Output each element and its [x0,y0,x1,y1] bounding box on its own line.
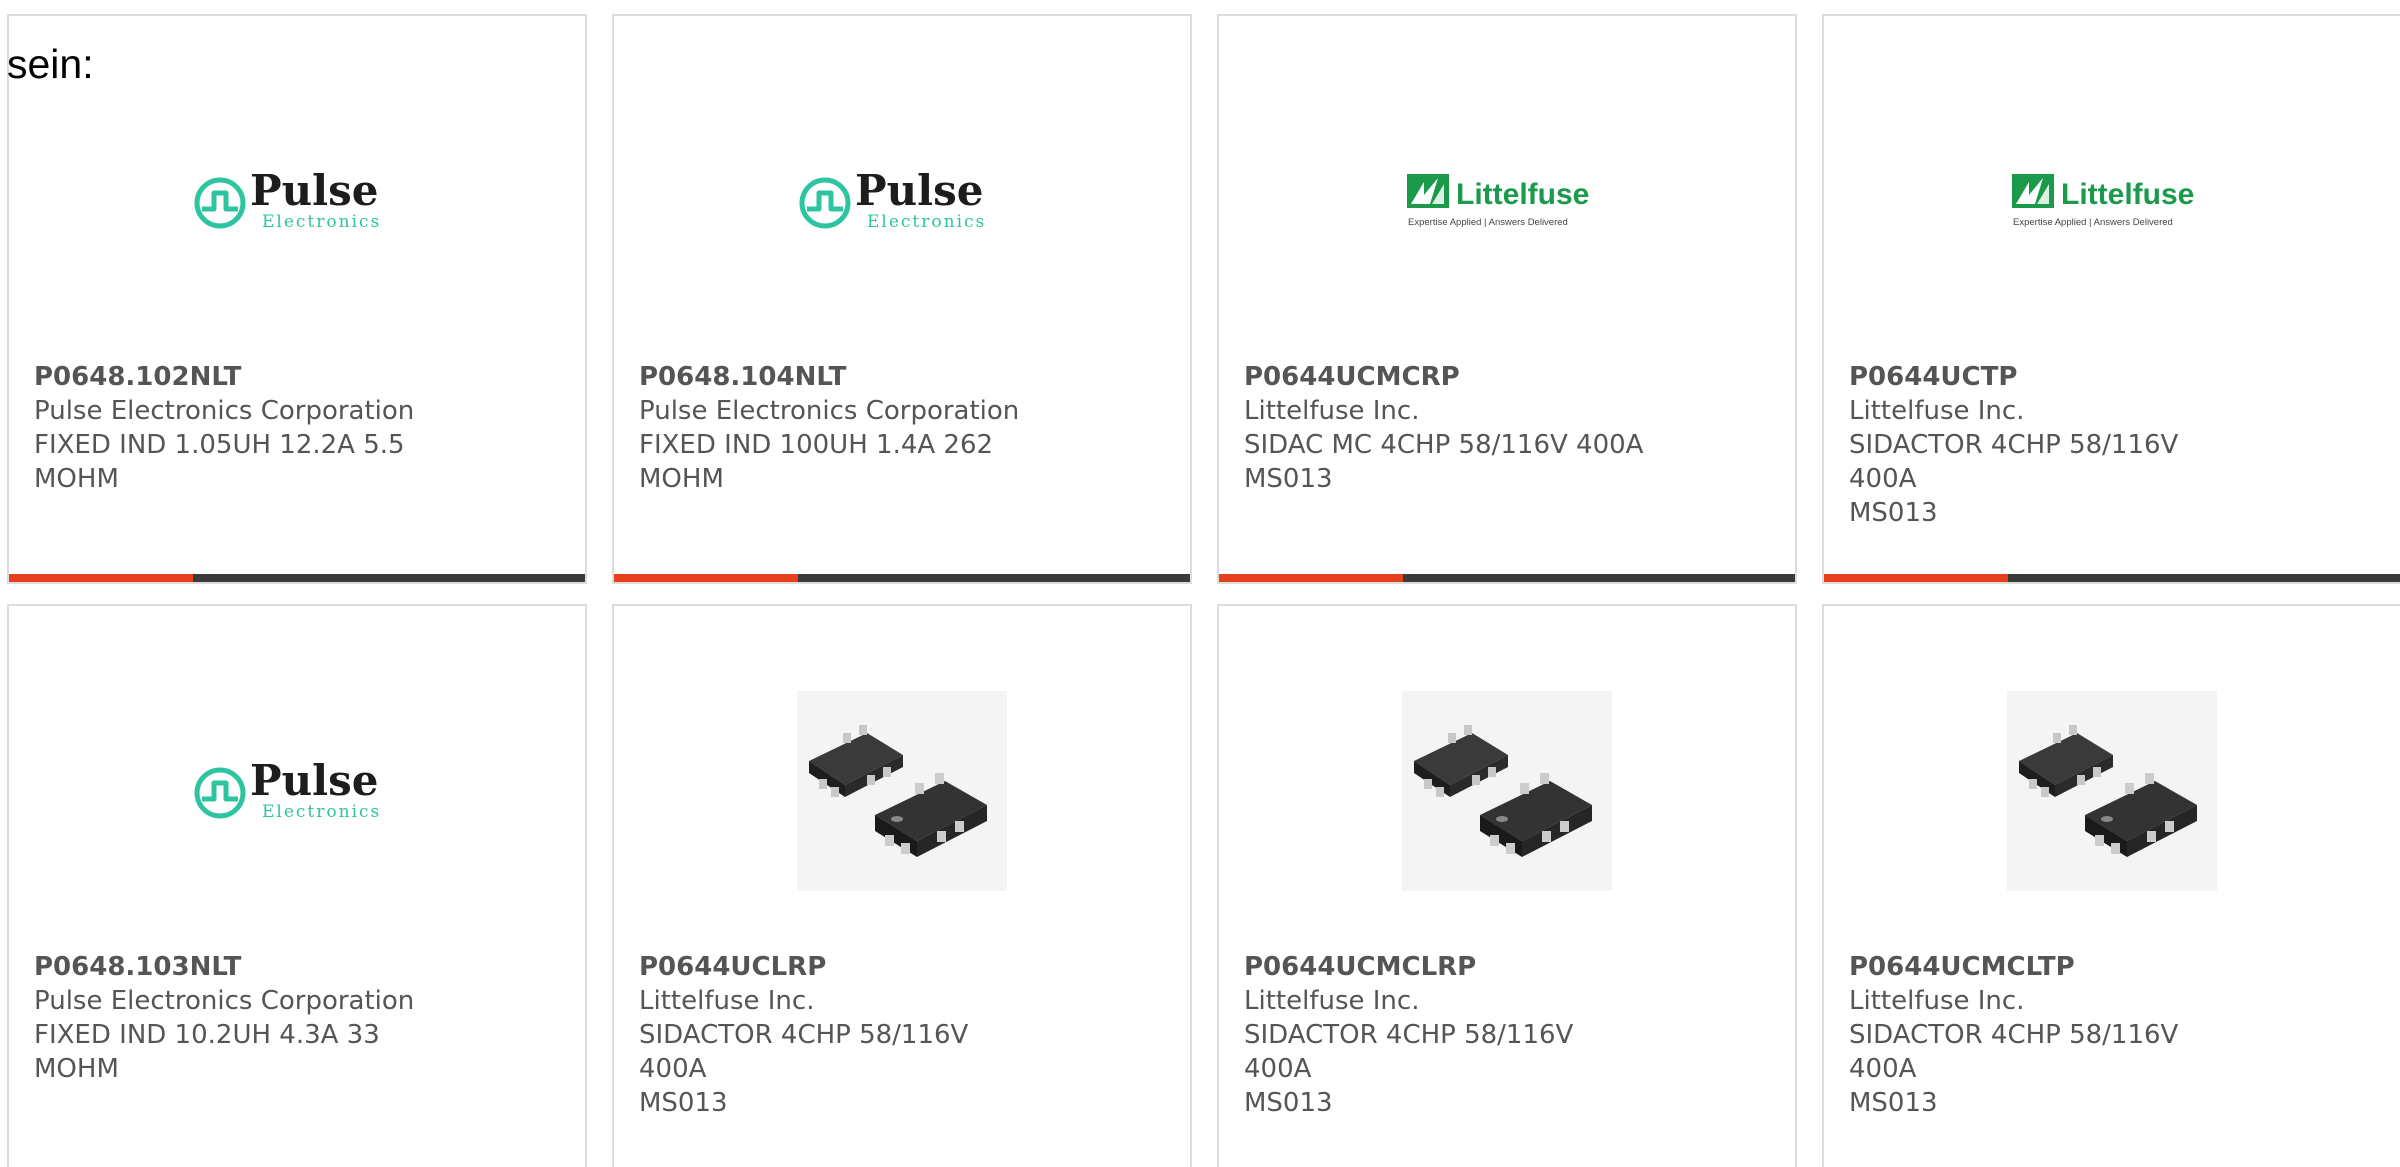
product-details: P0648.102NLT Pulse Electronics Corporatio… [34,360,434,496]
chip-package-photo [1402,691,1612,891]
svg-text:Expertise Applied | Answers De: Expertise Applied | Answers Delivered [2013,217,2173,228]
chip-package-photo [2007,691,2217,891]
product-image-area[interactable] [614,686,1190,896]
svg-text:Littelfuse: Littelfuse [1456,178,1589,211]
product-details: P0648.103NLT Pulse Electronics Corporatio… [34,950,434,1086]
product-details: P0648.104NLT Pulse Electronics Corporatio… [639,360,1039,496]
product-image-area[interactable] [1219,686,1795,896]
part-number-link[interactable]: P0644UCMCRP [1244,360,1644,394]
svg-text:Pulse: Pulse [250,171,378,215]
pulse-electronics-logo: Pulse Electronics [192,761,402,821]
product-image-area[interactable]: Littelfuse Expertise Applied | Answers D… [1219,96,1795,306]
part-number-link[interactable]: P0644UCMCLTP [1849,950,2249,984]
part-number-link[interactable]: P0648.102NLT [34,360,434,394]
card-accent-fill [9,574,194,582]
product-description-continued: MOHM [639,464,724,494]
manufacturer-name: Pulse Electronics Corporation [34,986,415,1016]
product-description-continued: MS013 [1244,464,1333,494]
product-details: P0644UCMCRP Littelfuse Inc. SIDAC MC 4CHP … [1244,360,1644,496]
svg-text:Pulse: Pulse [250,761,378,805]
pulse-electronics-logo: Pulse Electronics [797,171,1007,231]
card-accent-bar [1219,574,1795,582]
product-description: FIXED IND 100UH 1.4A 262 [639,430,994,460]
svg-text:Electronics: Electronics [867,212,986,231]
product-description: FIXED IND 10.2UH 4.3A 33 [34,1020,380,1050]
card-accent-bar [1824,574,2400,582]
card-accent-fill [1824,574,2009,582]
card-accent-bar [614,574,1190,582]
svg-text:Pulse: Pulse [855,171,983,215]
part-number-link[interactable]: P0644UCLRP [639,950,1039,984]
product-image-area[interactable]: Littelfuse Expertise Applied | Answers D… [1824,96,2400,306]
product-description-continued: MS013 [1244,1088,1333,1118]
product-card[interactable]: P0644UCLRP Littelfuse Inc. SIDACTOR 4CHP 5… [612,604,1192,1167]
littelfuse-logo: Littelfuse Expertise Applied | Answers D… [2007,169,2217,233]
product-description: SIDACTOR 4CHP 58/116V 400A [1849,430,2179,494]
manufacturer-name: Littelfuse Inc. [1244,986,1420,1016]
product-description: SIDACTOR 4CHP 58/116V 400A [1849,1020,2179,1084]
pulse-electronics-logo: Pulse Electronics [192,171,402,231]
product-card[interactable]: Pulse Electronics P0648.102NLT Pulse Elec… [7,14,587,584]
product-card[interactable]: Pulse Electronics P0648.103NLT Pulse Elec… [7,604,587,1167]
manufacturer-name: Pulse Electronics Corporation [639,396,1020,426]
product-image-area[interactable]: Pulse Electronics [9,96,585,306]
product-card[interactable]: P0644UCMCLTP Littelfuse Inc. SIDACTOR 4CHP… [1822,604,2400,1167]
littelfuse-logo: Littelfuse Expertise Applied | Answers D… [1402,169,1612,233]
product-card[interactable]: Littelfuse Expertise Applied | Answers D… [1822,14,2400,584]
product-description: SIDACTOR 4CHP 58/116V 400A [1244,1020,1574,1084]
product-card[interactable]: Pulse Electronics P0648.104NLT Pulse Elec… [612,14,1192,584]
manufacturer-name: Littelfuse Inc. [1849,986,2025,1016]
svg-text:Electronics: Electronics [262,212,381,231]
product-description-continued: MS013 [1849,498,1938,528]
product-description: SIDAC MC 4CHP 58/116V 400A [1244,430,1644,460]
part-number-link[interactable]: P0648.104NLT [639,360,1039,394]
card-accent-fill [1219,574,1404,582]
page-text-fragment: sein: [7,41,94,87]
product-details: P0644UCMCLTP Littelfuse Inc. SIDACTOR 4CHP… [1849,950,2249,1120]
card-accent-bar [9,574,585,582]
product-image-area[interactable]: Pulse Electronics [9,686,585,896]
product-details: P0644UCMCLRP Littelfuse Inc. SIDACTOR 4CHP… [1244,950,1644,1120]
product-description: SIDACTOR 4CHP 58/116V 400A [639,1020,969,1084]
part-number-link[interactable]: P0644UCMCLRP [1244,950,1644,984]
product-description: FIXED IND 1.05UH 12.2A 5.5 [34,430,405,460]
manufacturer-name: Littelfuse Inc. [639,986,815,1016]
svg-text:Littelfuse: Littelfuse [2061,178,2194,211]
product-description-continued: MOHM [34,1054,119,1084]
manufacturer-name: Littelfuse Inc. [1849,396,2025,426]
product-card[interactable]: P0644UCMCLRP Littelfuse Inc. SIDACTOR 4CHP… [1217,604,1797,1167]
product-grid: Pulse Electronics P0648.102NLT Pulse Elec… [7,14,2400,1167]
chip-package-photo [797,691,1007,891]
product-description-continued: MOHM [34,464,119,494]
part-number-link[interactable]: P0648.103NLT [34,950,434,984]
product-details: P0644UCTP Littelfuse Inc. SIDACTOR 4CHP 58… [1849,360,2249,530]
product-image-area[interactable]: Pulse Electronics [614,96,1190,306]
svg-text:Electronics: Electronics [262,802,381,821]
product-card[interactable]: Littelfuse Expertise Applied | Answers D… [1217,14,1797,584]
product-details: P0644UCLRP Littelfuse Inc. SIDACTOR 4CHP 5… [639,950,1039,1120]
product-description-continued: MS013 [1849,1088,1938,1118]
manufacturer-name: Littelfuse Inc. [1244,396,1420,426]
product-image-area[interactable] [1824,686,2400,896]
card-accent-fill [614,574,799,582]
part-number-link[interactable]: P0644UCTP [1849,360,2249,394]
manufacturer-name: Pulse Electronics Corporation [34,396,415,426]
product-description-continued: MS013 [639,1088,728,1118]
svg-text:Expertise Applied | Answers De: Expertise Applied | Answers Delivered [1408,217,1568,228]
